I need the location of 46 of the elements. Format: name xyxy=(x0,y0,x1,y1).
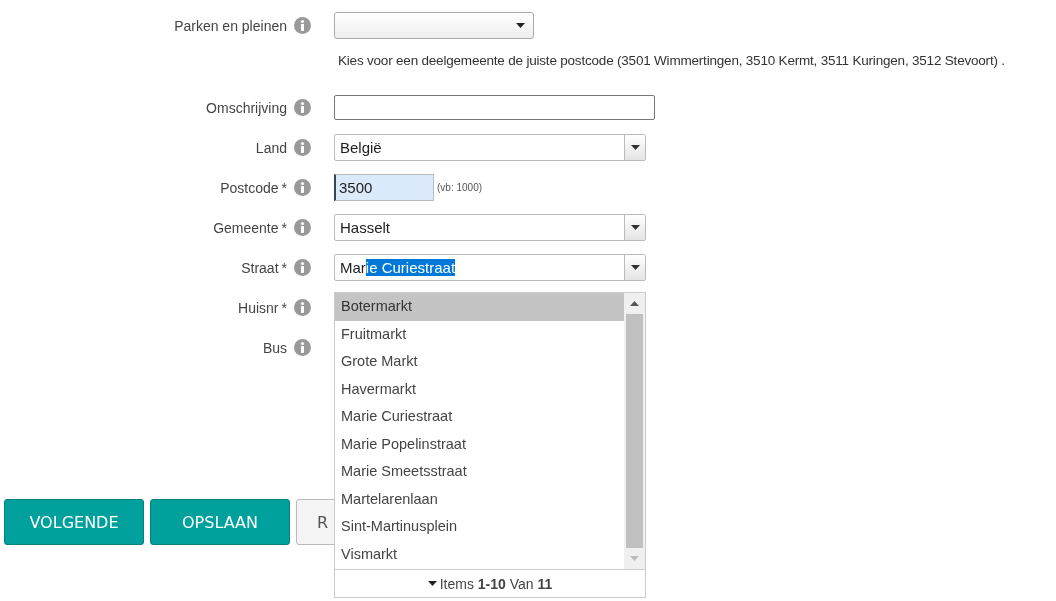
field-label: Bus xyxy=(262,339,287,356)
field-label: Parken en pleinen xyxy=(174,17,287,34)
scrollbar[interactable] xyxy=(624,293,645,569)
dropdown-button[interactable] xyxy=(624,215,645,240)
list-item[interactable]: Havermarkt xyxy=(335,375,624,403)
caret-icon xyxy=(630,145,640,150)
dropdown-button[interactable] xyxy=(624,135,645,160)
required-asterisk: * xyxy=(281,219,287,236)
field-label: Gemeente xyxy=(213,219,279,236)
info-icon[interactable] xyxy=(294,219,311,236)
postcode-field[interactable]: 3500 xyxy=(334,174,434,201)
select-dropdown[interactable] xyxy=(334,12,534,39)
required-asterisk: * xyxy=(281,179,287,196)
dropdown-button[interactable] xyxy=(624,255,645,280)
info-icon[interactable] xyxy=(294,259,311,276)
info-icon[interactable] xyxy=(294,17,311,34)
list-item[interactable]: Marie Popelinstraat xyxy=(335,430,624,458)
input-field[interactable] xyxy=(334,95,655,120)
list-item[interactable]: Marie Smeetsstraat xyxy=(335,458,624,486)
info-icon[interactable] xyxy=(294,139,311,156)
caret-icon xyxy=(630,265,640,270)
info-icon[interactable] xyxy=(294,99,311,116)
scroll-down-icon[interactable] xyxy=(630,556,639,561)
list-item[interactable]: Grote Markt xyxy=(335,348,624,376)
field-label: Postcode xyxy=(220,179,279,196)
list-item[interactable]: Marie Curiestraat xyxy=(335,403,624,431)
list-item[interactable]: Fruitmarkt xyxy=(335,320,624,348)
field-label: Huisnr xyxy=(238,299,279,316)
combo-field[interactable]: België xyxy=(334,134,646,161)
caret-icon xyxy=(516,23,525,28)
info-icon[interactable] xyxy=(294,299,311,316)
list-item[interactable]: Botermarkt xyxy=(335,293,624,321)
caret-icon xyxy=(630,225,640,230)
combo-field[interactable]: Hasselt xyxy=(334,214,646,241)
help-text: Kies voor een deelgemeente de juiste postcode (3501 Wimmertingen, 3510 Kermt, 3511 Kuringen, 3512 Stevoort) . xyxy=(338,53,1005,68)
pager-text: Items 1-10 Van 11 xyxy=(439,575,553,592)
info-icon[interactable] xyxy=(294,179,311,196)
required-asterisk: * xyxy=(281,299,287,316)
field-label: Straat xyxy=(241,259,279,276)
field-label: Omschrijving xyxy=(206,99,287,116)
info-icon[interactable] xyxy=(294,339,311,356)
required-asterisk: * xyxy=(281,259,287,276)
scroll-up-icon[interactable] xyxy=(630,301,639,306)
caret-icon xyxy=(427,581,437,586)
example-text: (vb: 1000) xyxy=(437,182,483,193)
field-label: Land xyxy=(255,139,287,156)
